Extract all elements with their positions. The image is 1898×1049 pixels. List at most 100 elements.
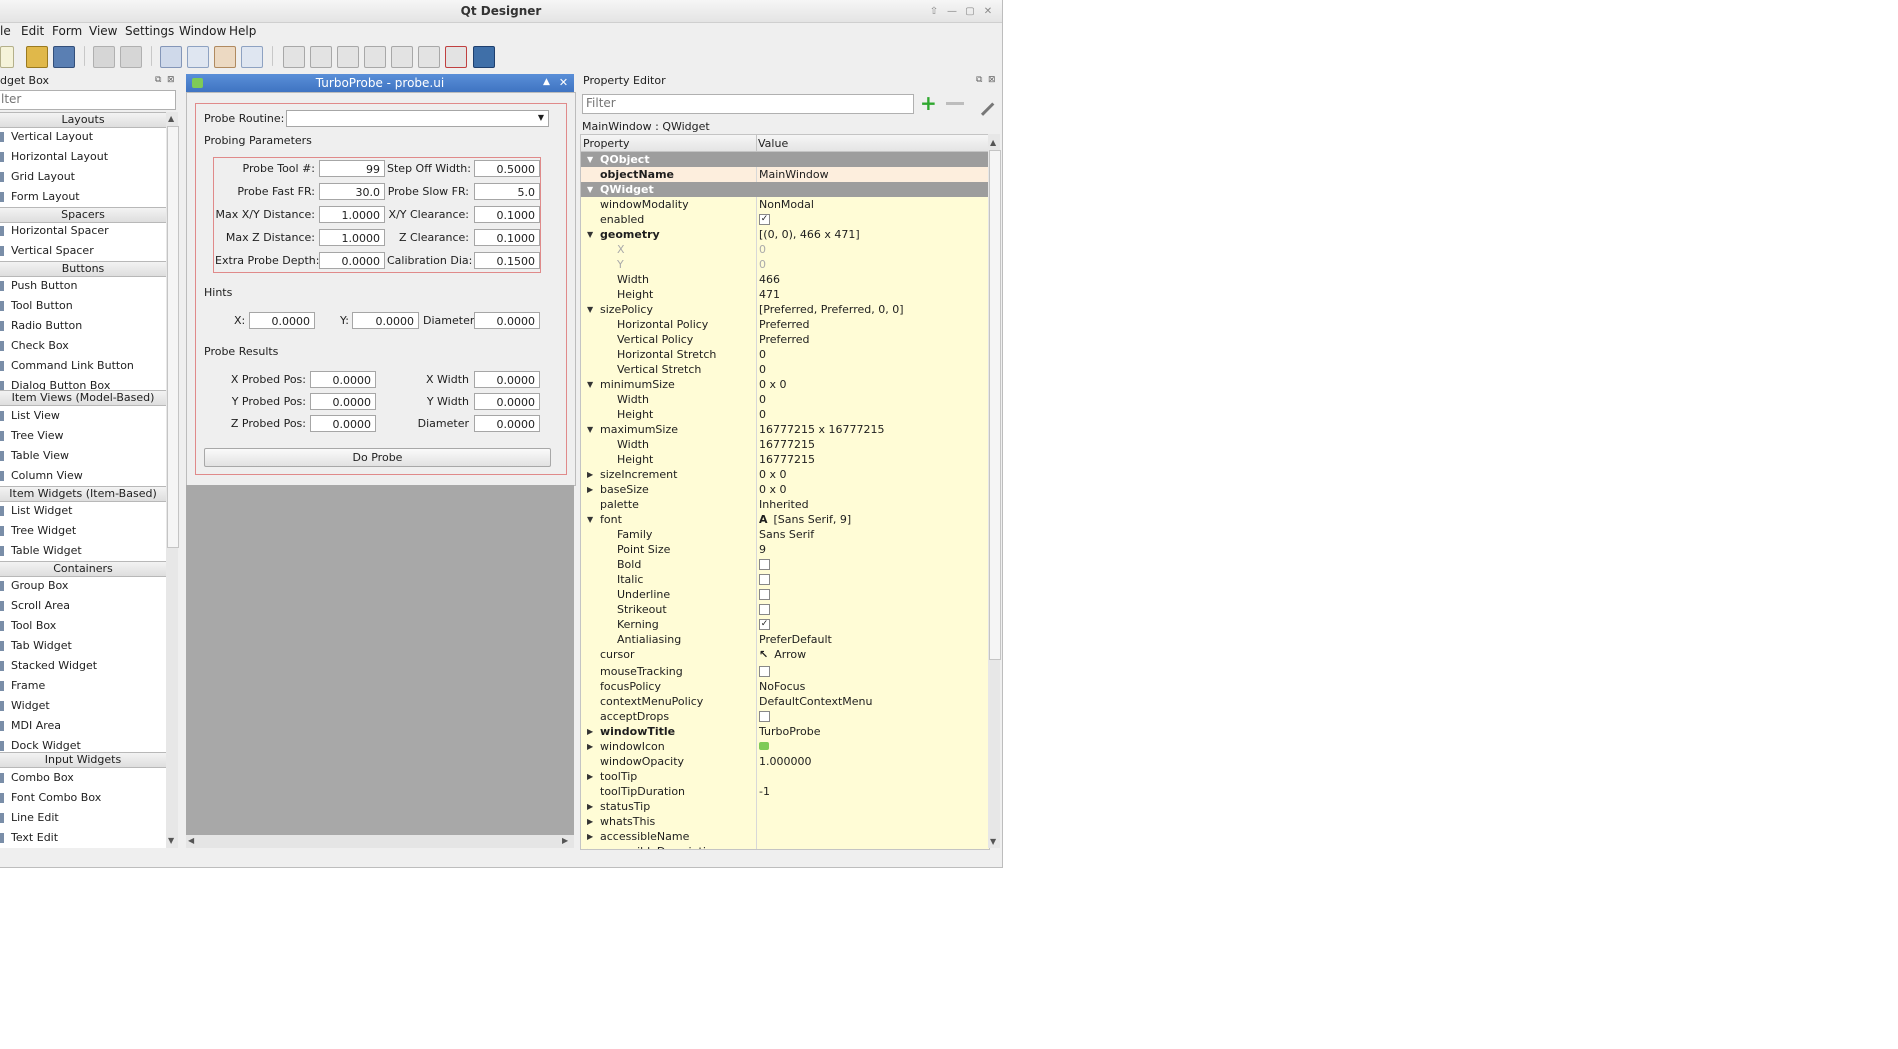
property-row[interactable]: ▶ sizeIncrement 0 x 0 bbox=[581, 467, 989, 482]
property-row[interactable]: Family Sans Serif bbox=[581, 527, 989, 542]
widget-box-item[interactable]: Vertical Layout bbox=[0, 127, 166, 147]
checkbox[interactable] bbox=[759, 573, 770, 585]
property-value[interactable]: 0 x 0 bbox=[759, 377, 787, 392]
property-row[interactable]: ▼ geometry [(0, 0), 466 x 471] bbox=[581, 227, 989, 242]
property-row[interactable]: Strikeout bbox=[581, 602, 989, 617]
property-value[interactable]: [(0, 0), 466 x 471] bbox=[759, 227, 860, 242]
property-checkbox[interactable]: ✓ bbox=[759, 617, 770, 632]
property-value[interactable]: A [Sans Serif, 9] bbox=[759, 512, 851, 527]
checkbox[interactable] bbox=[759, 558, 770, 570]
menu-window[interactable]: Window bbox=[179, 24, 226, 38]
widget-box-item[interactable]: Horizontal Spacer bbox=[0, 221, 166, 241]
property-value[interactable]: 0 bbox=[759, 257, 766, 272]
property-row[interactable]: toolTipDuration -1 bbox=[581, 784, 989, 799]
chevron-down-icon[interactable]: ▼ bbox=[587, 182, 593, 197]
minimize-icon[interactable]: — bbox=[946, 6, 958, 17]
property-checkbox[interactable] bbox=[759, 664, 770, 679]
widget-box-item[interactable]: Widget bbox=[0, 696, 166, 716]
widget-category[interactable]: Item Views (Model-Based) bbox=[0, 390, 166, 406]
maximize-icon[interactable]: ▢ bbox=[964, 6, 976, 17]
result-field[interactable]: 0.0000 bbox=[310, 393, 376, 410]
chevron-right-icon[interactable]: ▶ bbox=[587, 829, 593, 844]
param-field[interactable]: 30.0 bbox=[319, 183, 385, 200]
property-row[interactable]: ▶ toolTip bbox=[581, 769, 989, 784]
widget-box-item[interactable]: List View bbox=[0, 406, 166, 426]
property-row[interactable]: cursor ↖ Arrow bbox=[581, 647, 989, 664]
result-field[interactable]: 0.0000 bbox=[310, 415, 376, 432]
widget-box-item[interactable]: Tree Widget bbox=[0, 521, 166, 541]
new-file-icon[interactable] bbox=[0, 46, 14, 68]
widget-box-item[interactable]: Font Combo Box bbox=[0, 788, 166, 808]
save-icon[interactable] bbox=[53, 46, 75, 68]
widget-box-item[interactable]: Form Layout bbox=[0, 187, 166, 207]
dock-float-icon[interactable]: ⧉ bbox=[976, 75, 982, 85]
chevron-right-icon[interactable]: ▶ bbox=[587, 724, 593, 739]
window-icon-value[interactable] bbox=[759, 739, 769, 754]
widget-category[interactable]: Containers bbox=[0, 561, 166, 577]
property-value[interactable]: MainWindow bbox=[759, 167, 829, 182]
widget-box-item[interactable]: Tree View bbox=[0, 426, 166, 446]
probe-routine-combo[interactable]: ▼ bbox=[286, 110, 549, 127]
layout-grid-icon[interactable] bbox=[391, 46, 413, 68]
property-filter-input[interactable] bbox=[583, 95, 906, 111]
property-value[interactable]: Preferred bbox=[759, 317, 810, 332]
menu-settings[interactable]: Settings bbox=[125, 24, 174, 38]
property-row[interactable]: Height 16777215 bbox=[581, 452, 989, 467]
widget-box-item[interactable]: Column View bbox=[0, 466, 166, 486]
menu-view[interactable]: View bbox=[89, 24, 117, 38]
property-row[interactable]: ▼ sizePolicy [Preferred, Preferred, 0, 0] bbox=[581, 302, 989, 317]
widget-box-item[interactable]: Check Box bbox=[0, 336, 166, 356]
chevron-down-icon[interactable]: ▼ bbox=[587, 422, 593, 437]
param-field[interactable]: 99 bbox=[319, 160, 385, 177]
property-row[interactable]: focusPolicy NoFocus bbox=[581, 679, 989, 694]
property-row[interactable]: X0 bbox=[581, 242, 989, 257]
property-scrollbar[interactable]: ▲ ▼ bbox=[988, 134, 1001, 848]
property-group-row[interactable]: ▼ QObject bbox=[581, 152, 989, 167]
result-field[interactable]: 0.0000 bbox=[474, 371, 540, 388]
property-value[interactable]: 471 bbox=[759, 287, 780, 302]
widget-box-item[interactable]: Vertical Spacer bbox=[0, 241, 166, 261]
widget-box-item[interactable]: Tab Widget bbox=[0, 636, 166, 656]
param-field[interactable]: 0.0000 bbox=[319, 252, 385, 269]
hint-y-field[interactable]: 0.0000 bbox=[352, 312, 419, 329]
property-row[interactable]: Horizontal Policy Preferred bbox=[581, 317, 989, 332]
property-row[interactable]: Italic bbox=[581, 572, 989, 587]
bring-to-front-icon[interactable] bbox=[120, 46, 142, 68]
property-row[interactable]: Antialiasing PreferDefault bbox=[581, 632, 989, 647]
form-shade-icon[interactable]: ▲ bbox=[540, 76, 553, 89]
widget-box-item[interactable]: Line Edit bbox=[0, 808, 166, 828]
property-row[interactable]: Point Size 9 bbox=[581, 542, 989, 557]
layout-vertical-icon[interactable] bbox=[310, 46, 332, 68]
chevron-right-icon[interactable]: ▶ bbox=[587, 739, 593, 754]
widget-category[interactable]: Buttons bbox=[0, 261, 166, 277]
property-row[interactable]: Kerning ✓ bbox=[581, 617, 989, 632]
property-row[interactable]: Height 471 bbox=[581, 287, 989, 302]
send-to-back-icon[interactable] bbox=[93, 46, 115, 68]
checkbox[interactable] bbox=[759, 710, 770, 722]
param-field[interactable]: 0.1000 bbox=[474, 206, 540, 223]
chevron-down-icon[interactable]: ▼ bbox=[587, 512, 593, 527]
widget-box-item[interactable]: Group Box bbox=[0, 576, 166, 596]
property-row[interactable]: Vertical Policy Preferred bbox=[581, 332, 989, 347]
param-field[interactable]: 5.0 bbox=[474, 183, 540, 200]
scroll-up-icon[interactable]: ▲ bbox=[990, 138, 996, 147]
property-value[interactable]: TurboProbe bbox=[759, 724, 820, 739]
property-row[interactable]: ▶ statusTip bbox=[581, 799, 989, 814]
menu-form[interactable]: Form bbox=[52, 24, 82, 38]
chevron-down-icon[interactable]: ▼ bbox=[587, 377, 593, 392]
layout-horizontal-splitter-icon[interactable] bbox=[337, 46, 359, 68]
widget-box-item[interactable]: Grid Layout bbox=[0, 167, 166, 187]
property-row[interactable]: Width 0 bbox=[581, 392, 989, 407]
chevron-right-icon[interactable]: ▶ bbox=[587, 799, 593, 814]
widget-box-item[interactable]: Radio Button bbox=[0, 316, 166, 336]
restore-icon[interactable]: ⇧ bbox=[928, 6, 940, 17]
widget-category[interactable]: Layouts bbox=[0, 112, 166, 128]
property-value[interactable]: 16777215 bbox=[759, 452, 815, 467]
property-row[interactable]: Width 466 bbox=[581, 272, 989, 287]
menu-file[interactable]: le bbox=[0, 24, 11, 38]
value-column-header[interactable]: Value bbox=[758, 137, 788, 150]
property-value[interactable]: 16777215 bbox=[759, 437, 815, 452]
property-checkbox[interactable] bbox=[759, 709, 770, 724]
property-value[interactable]: 0 bbox=[759, 362, 766, 377]
property-group-row[interactable]: ▼ QWidget bbox=[581, 182, 989, 197]
